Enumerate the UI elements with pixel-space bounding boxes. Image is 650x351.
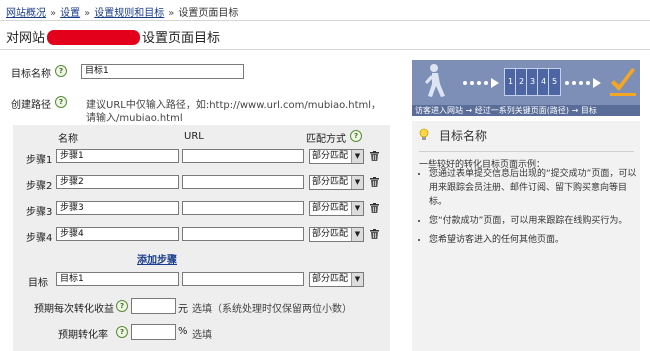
breadcrumb-separator: » [168,8,175,19]
goal-name-input[interactable]: 目标1 [81,64,244,79]
path-hint-line2: 请输入/mubiao.html [86,113,183,124]
rate-input[interactable] [131,324,176,340]
divider [419,151,634,152]
step-name-input[interactable]: 步骤4 [56,227,179,241]
column-header-url: URL [184,131,204,142]
illustration-caption: 访客进入网站 → 经过一系列关键页面(路径) → 目标 [412,105,640,116]
goal-row-label: 目标 [28,278,48,289]
goal-row-match-value: 部分匹配 [312,274,349,284]
rate-note: 选填 [192,330,212,341]
step-name-input[interactable]: 步骤2 [56,175,179,189]
step-match-value: 部分匹配 [312,177,349,187]
dotted-arrow-icon [565,78,601,88]
rate-label: 预期转化率 [58,330,108,341]
column-header-match: 匹配方式 [306,134,346,145]
revenue-input[interactable] [131,298,176,314]
goal-name-label: 目标名称 [11,69,51,80]
page-title: 对网站 设置页面目标 [6,27,220,46]
help-tip: 您通过表单提交信息后出现的“提交成功”页面，可以用来跟踪会员注册、邮件订阅、留下… [429,167,641,209]
revenue-label: 预期每次转化收益 [34,304,114,315]
help-tips-list: 您通过表单提交信息后出现的“提交成功”页面，可以用来跟踪会员注册、邮件订阅、留下… [415,167,641,252]
step-label: 步骤2 [26,181,53,192]
goal-row-match-select[interactable]: 部分匹配 ▼ [309,272,364,287]
page-title-prefix: 对网站 [6,31,46,46]
breadcrumb-separator: » [50,8,57,19]
step-url-input[interactable] [182,175,304,189]
help-icon[interactable]: ? [55,65,67,77]
column-header-name: 名称 [58,134,78,145]
trash-icon[interactable] [370,203,379,213]
breadcrumb-current: 设置页面目标 [178,8,239,19]
step-match-select[interactable]: 部分匹配 ▼ [309,227,364,242]
step-label: 步骤4 [26,233,53,244]
chevron-down-icon[interactable]: ▼ [351,273,363,286]
goal-path-illustration: 1 2 3 4 5 访客进入网站 → 经过一系列关键页面(路径) → 目标 [412,60,640,116]
checkmark-icon [610,68,636,96]
redacted-site-name [47,30,141,45]
trash-icon[interactable] [370,177,379,187]
add-step-link[interactable]: 添加步骤 [137,251,177,266]
help-icon[interactable]: ? [55,96,67,108]
step-url-input[interactable] [182,149,304,163]
path-label: 创建路径 [11,100,51,111]
step-label: 步骤3 [26,207,53,218]
step-name-input[interactable]: 步骤1 [56,149,179,163]
breadcrumb: 网站概况» 设置» 设置规则和目标» 设置页面目标 [6,4,238,19]
rate-unit: % [178,326,188,337]
step-url-input[interactable] [182,201,304,215]
chevron-down-icon[interactable]: ▼ [351,150,363,163]
divider [0,20,650,21]
goal-row-name-input[interactable]: 目标1 [56,272,179,286]
help-icon[interactable]: ? [350,130,362,142]
breadcrumb-link-rules-goals[interactable]: 设置规则和目标 [94,8,164,19]
chevron-down-icon[interactable]: ▼ [351,176,363,189]
help-tip: 您“付款成功”页面，可以用来跟踪在线购买行为。 [429,214,641,228]
breadcrumb-link-overview[interactable]: 网站概况 [6,8,46,19]
divider [0,49,650,50]
goal-row-url-input[interactable] [182,272,304,286]
step-number: 5 [548,68,561,96]
step-match-select[interactable]: 部分匹配 ▼ [309,201,364,216]
step-match-select[interactable]: 部分匹配 ▼ [309,175,364,190]
chevron-down-icon[interactable]: ▼ [351,202,363,215]
trash-icon[interactable] [370,229,379,239]
help-panel: 目标名称 一些较好的转化目标页面示例： 您通过表单提交信息后出现的“提交成功”页… [412,121,640,351]
step-number-stack: 1 2 3 4 5 [504,68,562,96]
page-title-suffix: 设置页面目标 [142,31,221,46]
revenue-unit: 元 [178,304,188,315]
step-label: 步骤1 [26,155,53,166]
chevron-down-icon[interactable]: ▼ [351,228,363,241]
help-icon[interactable]: ? [116,326,128,338]
breadcrumb-separator: » [84,8,91,19]
step-match-value: 部分匹配 [312,229,349,239]
help-tip: 您希望访客进入的任何其他页面。 [429,233,641,247]
trash-icon[interactable] [370,151,379,161]
step-match-value: 部分匹配 [312,151,349,161]
lightbulb-icon [419,128,429,140]
breadcrumb-link-settings[interactable]: 设置 [60,8,80,19]
revenue-note: 选填（系统处理时仅保留两位小数） [192,304,352,315]
step-match-select[interactable]: 部分匹配 ▼ [309,149,364,164]
help-panel-title: 目标名称 [439,129,488,143]
dotted-arrow-icon [463,78,499,88]
help-icon[interactable]: ? [116,300,128,312]
step-match-value: 部分匹配 [312,203,349,213]
step-name-input[interactable]: 步骤3 [56,201,179,215]
step-url-input[interactable] [182,227,304,241]
